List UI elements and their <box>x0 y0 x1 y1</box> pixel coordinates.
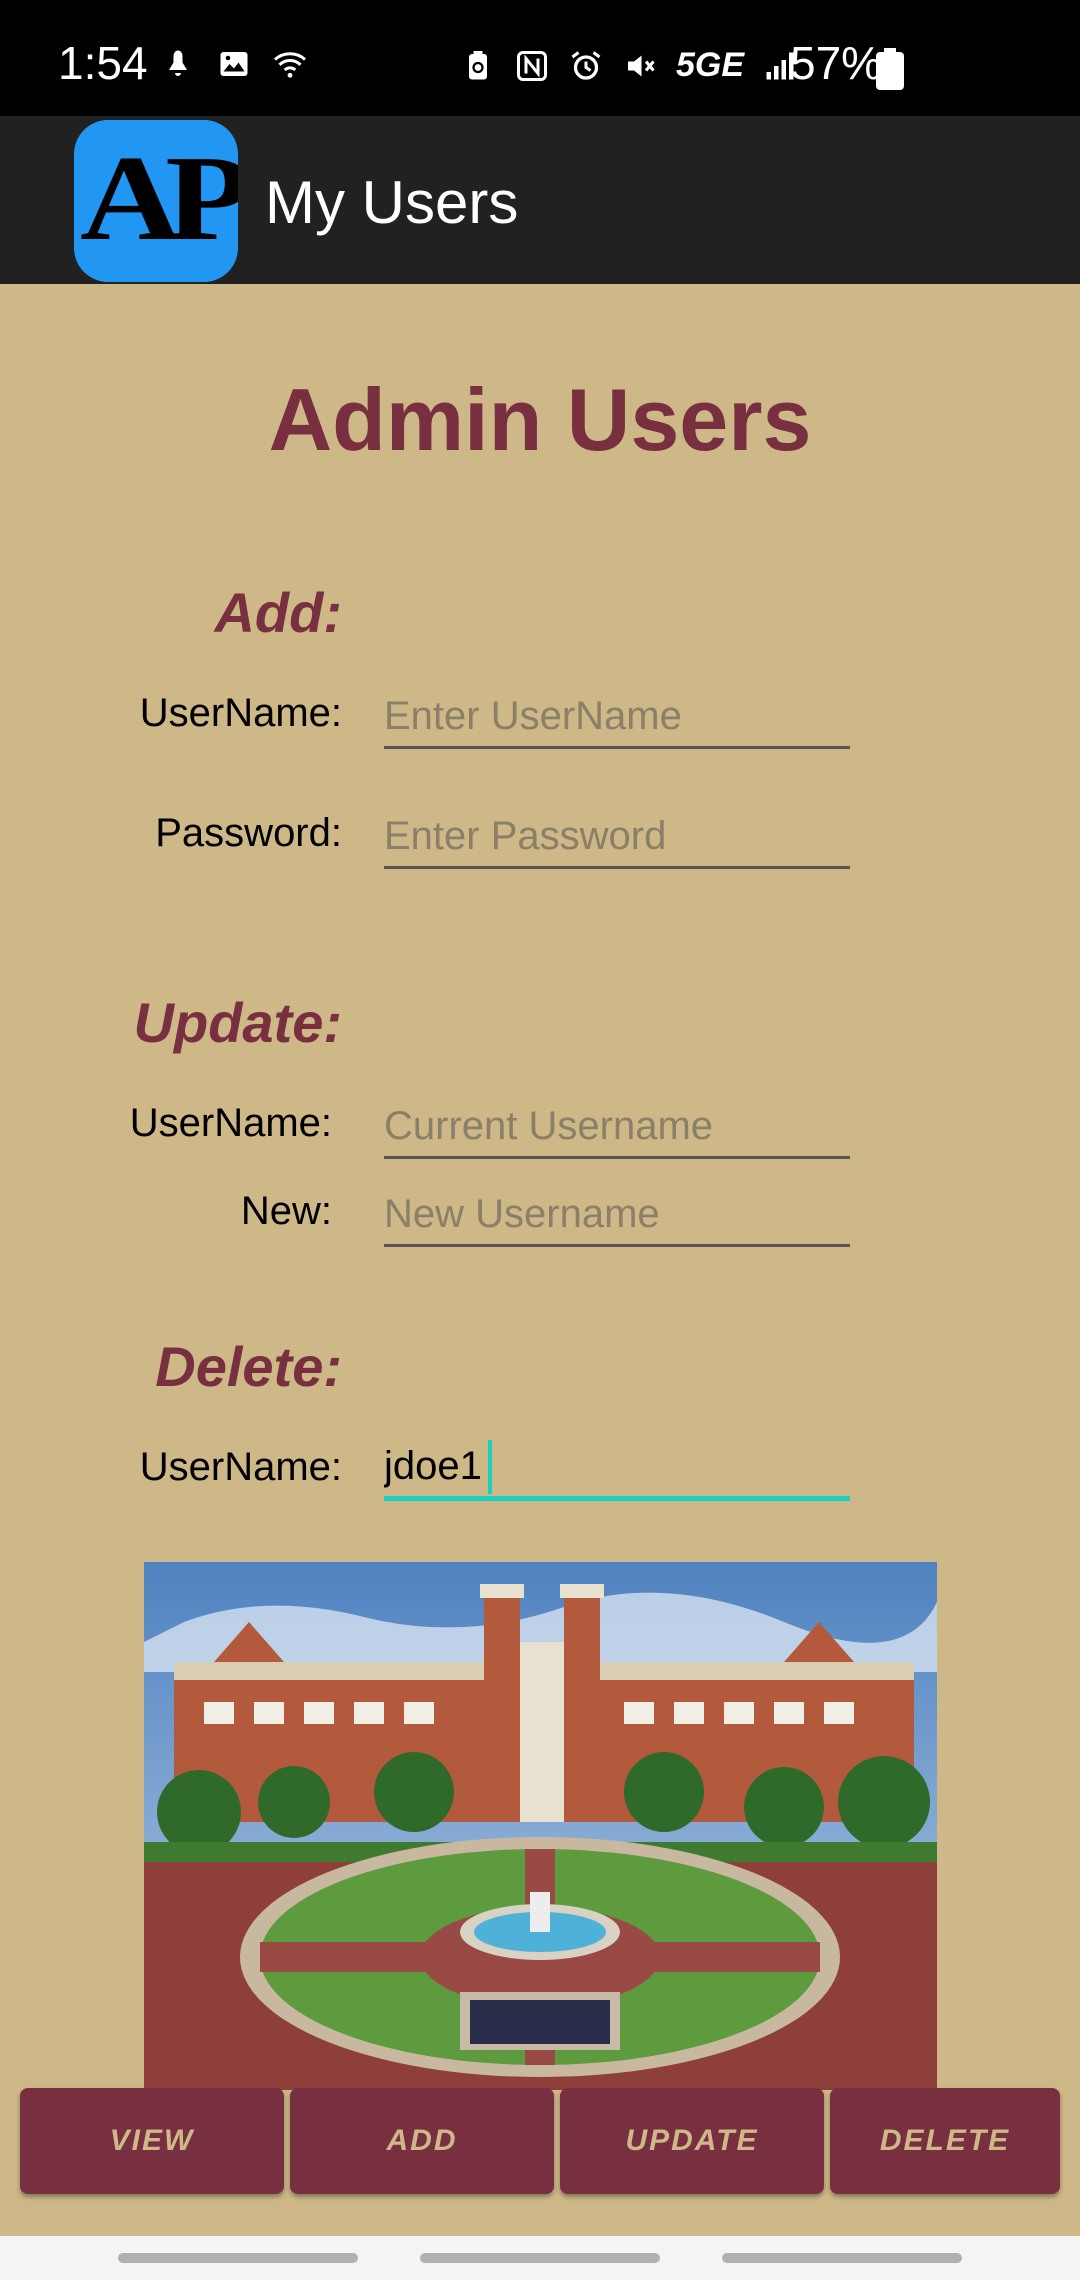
status-bar: 1:54 5GE 57% <box>0 0 1080 116</box>
wifi-icon <box>274 52 306 78</box>
update-current-username-input[interactable] <box>384 1096 850 1159</box>
network-5ge-icon: 5GE <box>676 46 745 84</box>
nav-back-button[interactable] <box>722 2253 962 2263</box>
delete-username-label: UserName: <box>139 1445 342 1489</box>
status-time: 1:54 <box>58 37 148 89</box>
add-username-label: UserName: <box>139 691 342 735</box>
nfc-icon <box>517 50 547 81</box>
app-logo: AP <box>74 120 238 282</box>
delete-username-input[interactable] <box>384 1436 850 1501</box>
app-logo-text: AP <box>80 131 238 266</box>
mute-icon <box>628 55 655 76</box>
gallery-icon <box>220 52 248 76</box>
status-icons-left <box>160 46 308 82</box>
add-button[interactable]: ADD <box>290 2088 554 2194</box>
add-password-label: Password: <box>155 811 342 855</box>
update-new-label: New: <box>240 1189 332 1233</box>
add-heading: Add: <box>214 581 342 644</box>
battery-saver-icon <box>469 50 487 79</box>
update-username-label: UserName: <box>129 1101 332 1145</box>
system-nav-bar <box>0 2236 1080 2280</box>
status-icons-right: 5GE <box>460 46 798 85</box>
add-username-input[interactable] <box>384 686 850 749</box>
view-button[interactable]: VIEW <box>20 2088 284 2194</box>
update-new-username-input[interactable] <box>384 1184 850 1247</box>
page-title: Admin Users <box>268 370 812 469</box>
delete-button[interactable]: DELETE <box>830 2088 1060 2194</box>
update-heading: Update: <box>133 991 342 1054</box>
add-password-input[interactable] <box>384 806 850 869</box>
app-title: My Users <box>265 169 519 236</box>
update-button[interactable]: UPDATE <box>560 2088 824 2194</box>
nav-recents-button[interactable] <box>118 2253 358 2263</box>
action-button-row: VIEW ADD UPDATE DELETE <box>20 2088 1060 2194</box>
text-cursor <box>488 1440 492 1494</box>
alarm-icon <box>571 50 601 80</box>
campus-image <box>144 1562 937 2090</box>
nav-home-button[interactable] <box>420 2253 660 2263</box>
battery-percent: 57% <box>790 37 883 89</box>
delete-heading: Delete: <box>155 1335 342 1398</box>
battery-icon <box>876 48 904 90</box>
notification-icon <box>169 50 187 76</box>
